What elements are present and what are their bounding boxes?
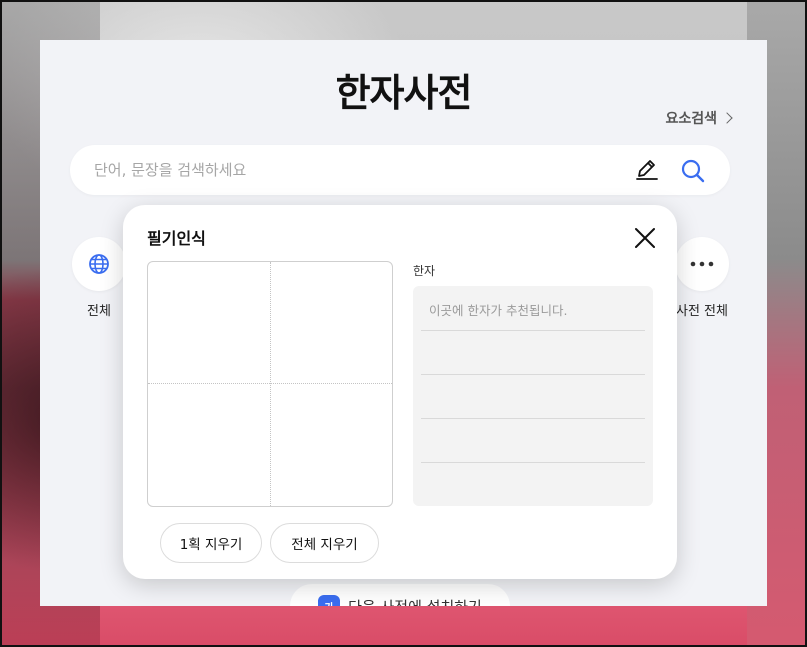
pen-icon[interactable]: [634, 158, 660, 182]
result-divider: [421, 462, 645, 463]
guide-line-horizontal: [148, 383, 392, 384]
handwriting-canvas[interactable]: [147, 261, 393, 507]
globe-icon: [89, 254, 109, 274]
category-all-dictionaries-circle: [675, 237, 729, 291]
category-all-circle: [72, 237, 126, 291]
chevron-right-icon: [721, 112, 733, 124]
search-input[interactable]: [94, 145, 614, 195]
more-icon: [690, 261, 714, 267]
result-divider: [421, 330, 645, 331]
element-search-label: 요소검색: [665, 111, 717, 127]
install-dictionary-button[interactable]: 가 다음 사전에 설치하기: [290, 584, 510, 606]
page-title: 한자사전: [335, 71, 473, 115]
install-label: 다음 사전에 설치하기: [348, 596, 482, 607]
close-icon[interactable]: [631, 224, 659, 252]
dictionary-app-icon: 가: [318, 595, 341, 606]
modal-title: 필기인식: [147, 229, 206, 248]
search-bar: [70, 145, 730, 195]
guide-line-vertical: [270, 262, 271, 506]
clear-all-button[interactable]: 전체 지우기: [270, 523, 379, 563]
result-label: 한자: [413, 264, 436, 278]
element-search-link[interactable]: 요소검색: [665, 108, 733, 128]
handwriting-modal: 필기인식 한자 이곳에 한자가 추천됩니다. 1획 지우기 전체 지우기: [123, 205, 677, 579]
search-icon[interactable]: [680, 158, 706, 184]
result-placeholder: 이곳에 한자가 추천됩니다.: [429, 303, 568, 318]
result-divider: [421, 418, 645, 419]
clear-stroke-button[interactable]: 1획 지우기: [160, 523, 262, 563]
hanja-result-list: 이곳에 한자가 추천됩니다.: [413, 286, 653, 506]
result-divider: [421, 374, 645, 375]
